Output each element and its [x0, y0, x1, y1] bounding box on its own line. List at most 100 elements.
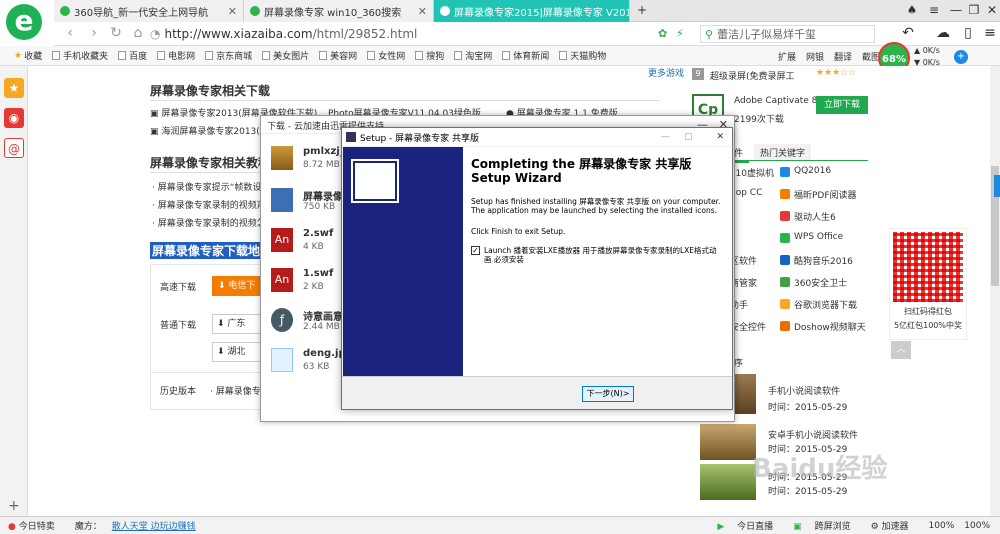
news-title[interactable]: 安卓手机小说阅读软件 [768, 428, 858, 441]
tab-360-nav[interactable]: 360导航_新一代安全上网导航 ✕ [54, 0, 244, 22]
keyword-link[interactable]: WPS Office [794, 232, 843, 242]
mirror-button[interactable]: ⬇ 广东 [212, 314, 262, 334]
close-icon[interactable]: ✕ [716, 132, 724, 142]
browser-logo[interactable]: e [0, 0, 54, 44]
e-logo-icon: e [6, 4, 42, 40]
close-tab-icon[interactable]: ✕ [418, 5, 427, 18]
rank-item-link[interactable]: 超级录屏(免费录屏工 [710, 69, 795, 82]
tab-label: 屏幕录像专家2015|屏幕录像专家 V201 [454, 7, 630, 19]
setup-finish-hint: Click Finish to exit Setup. [471, 227, 566, 236]
url-field[interactable]: ◔ http://www.xiazaiba.com/html/29852.htm… [150, 25, 650, 43]
archive-icon [271, 146, 293, 170]
phone-icon[interactable]: ▯ [960, 25, 976, 41]
security-icon[interactable]: ✿ [658, 27, 667, 40]
bookmark-item[interactable]: 女性网 [367, 49, 405, 62]
reload-icon[interactable]: ↻ [108, 25, 124, 41]
maximize-button[interactable]: ❐ [966, 2, 982, 18]
bookmark-item[interactable]: 体育新闻 [502, 49, 549, 62]
checkbox-checked-icon[interactable]: ✓ [471, 246, 480, 255]
favorites-star-icon[interactable]: ★ [4, 78, 24, 98]
accelerator-link[interactable]: ⚙ 加速器 [871, 519, 919, 532]
keyword-link[interactable]: Doshow视频聊天 [794, 320, 866, 333]
keyword-link[interactable]: 360安全卫士 [794, 276, 847, 289]
weibo-icon[interactable]: ◉ [4, 108, 24, 128]
bookmark-item[interactable]: 搜狗 [415, 49, 444, 62]
bookmark-item[interactable]: 淘宝网 [454, 49, 492, 62]
maximize-icon[interactable]: ▢ [684, 132, 693, 142]
side-feedback-tab[interactable] [994, 175, 1000, 197]
translate-button[interactable]: 翻译 [834, 50, 852, 63]
minimize-button[interactable]: — [948, 2, 964, 18]
more-games-link[interactable]: 更多游戏 [648, 66, 684, 79]
search-input[interactable]: ⚲ 蕾洁儿子似易烊千玺 [700, 25, 875, 43]
today-sale-link[interactable]: ● 今日特卖 [8, 519, 65, 532]
app-name[interactable]: Adobe Captivate 8 [734, 96, 817, 106]
home-icon[interactable]: ⌂ [130, 25, 146, 41]
speed-icon[interactable]: ⚡ [676, 27, 684, 40]
ebank-button[interactable]: 网银 [806, 50, 824, 63]
image-file-icon [271, 348, 293, 372]
download-now-button[interactable]: 立即下载 [816, 96, 868, 114]
launch-checkbox[interactable]: ✓ Launch 播着安装LXE播放器 用于播放屏幕录像专家录制的LXE格式动画… [471, 246, 724, 264]
keyword-link[interactable]: 安全控件 [730, 320, 766, 333]
close-window-button[interactable]: ✕ [984, 2, 1000, 18]
qr-code-icon[interactable] [893, 232, 963, 302]
keyword-link[interactable]: 酷狗音乐2016 [794, 254, 853, 267]
live-link[interactable]: ▶ 今日直播 [717, 519, 783, 532]
volume-level[interactable]: 100% [929, 521, 955, 531]
bookmark-item[interactable]: 电影网 [157, 49, 195, 62]
minimize-icon[interactable]: — [661, 132, 670, 142]
cross-screen-link[interactable]: ▣ 跨屏浏览 [793, 519, 860, 532]
forward-icon[interactable]: › [86, 25, 102, 41]
tutorial-link[interactable]: · 屏幕录像专家录制的视频怎 [152, 216, 266, 229]
keyword-link[interactable]: QQ2016 [794, 166, 831, 176]
more-icon[interactable]: ≡ [982, 25, 998, 41]
new-tab-button[interactable]: + [634, 2, 650, 18]
tab-hot-keywords[interactable]: 热门关键字 [754, 144, 812, 161]
related-link[interactable]: ▣ 海润屏幕录像专家2013(屏 [150, 124, 269, 137]
bookmark-item[interactable]: 美容网 [319, 49, 357, 62]
bookmark-item[interactable]: 美女图片 [262, 49, 309, 62]
tab-xiazaiba-active[interactable]: 屏幕录像专家2015|屏幕录像专家 V201 ✕ [434, 0, 630, 22]
setup-body: Completing the 屏幕录像专家 共享版 Setup Wizard S… [463, 147, 732, 376]
skin-icon[interactable]: ♠ [904, 2, 920, 18]
telecom-download-button[interactable]: ⬇ 电信下 [212, 276, 262, 296]
bookmark-item[interactable]: 百度 [118, 49, 147, 62]
tutorial-link[interactable]: · 屏幕录像专家录制的视频声 [152, 198, 266, 211]
setup-footer: 下一步(N)> [342, 376, 732, 409]
mirror-button[interactable]: ⬇ 湖北 [212, 342, 262, 362]
back-icon[interactable]: ‹ [62, 25, 78, 41]
keyword-link[interactable]: 谷歌浏览器下载 [794, 298, 857, 311]
flash-player-icon: ƒ [271, 308, 293, 332]
tab-360-search[interactable]: 屏幕录像专家 win10_360搜索 ✕ [244, 0, 434, 22]
news-thumbnail[interactable] [700, 464, 756, 500]
bookmark-item[interactable]: 京东商城 [205, 49, 252, 62]
extensions-button[interactable]: 扩展 [778, 50, 796, 63]
history-link[interactable]: · 屏幕录像专 [210, 384, 261, 397]
undo-icon[interactable]: ↶ [900, 25, 916, 41]
close-tab-icon[interactable]: ✕ [228, 5, 237, 18]
app-icon [780, 299, 790, 309]
zoom-level[interactable]: 100% [964, 521, 990, 531]
bookmark-item[interactable]: 天猫购物 [559, 49, 606, 62]
news-thumbnail[interactable] [700, 424, 756, 460]
plus-icon[interactable]: + [954, 50, 968, 64]
menu-icon[interactable]: ≡ [926, 2, 942, 18]
news-title[interactable]: 手机小说阅读软件 [768, 384, 840, 397]
email-icon[interactable]: @ [4, 138, 24, 158]
tutorial-link[interactable]: · 屏幕录像专家提示“帧数设 [152, 180, 261, 193]
keyword-link[interactable]: 驱动人生6 [794, 210, 836, 223]
baidu-watermark: Baidu经验 [752, 454, 888, 484]
vertical-scrollbar[interactable] [990, 66, 1000, 516]
cloud-icon[interactable]: ☁ [935, 25, 951, 41]
keyword-link[interactable]: e10虚拟机 [730, 166, 774, 179]
bookmark-item[interactable]: 手机收藏夹 [52, 49, 108, 62]
download-icon: ⬇ [218, 281, 226, 291]
page-icon [415, 51, 424, 60]
next-button[interactable]: 下一步(N)> [582, 386, 634, 402]
back-to-top-icon[interactable]: ︿ [891, 341, 911, 359]
keyword-link[interactable]: 福昕PDF阅读器 [794, 188, 857, 201]
bookmark-favorites[interactable]: ★ 收藏 [14, 49, 42, 63]
game-link[interactable]: 散人天堂 边玩边赚钱 [112, 519, 196, 532]
add-sidebar-icon[interactable]: + [8, 498, 20, 514]
